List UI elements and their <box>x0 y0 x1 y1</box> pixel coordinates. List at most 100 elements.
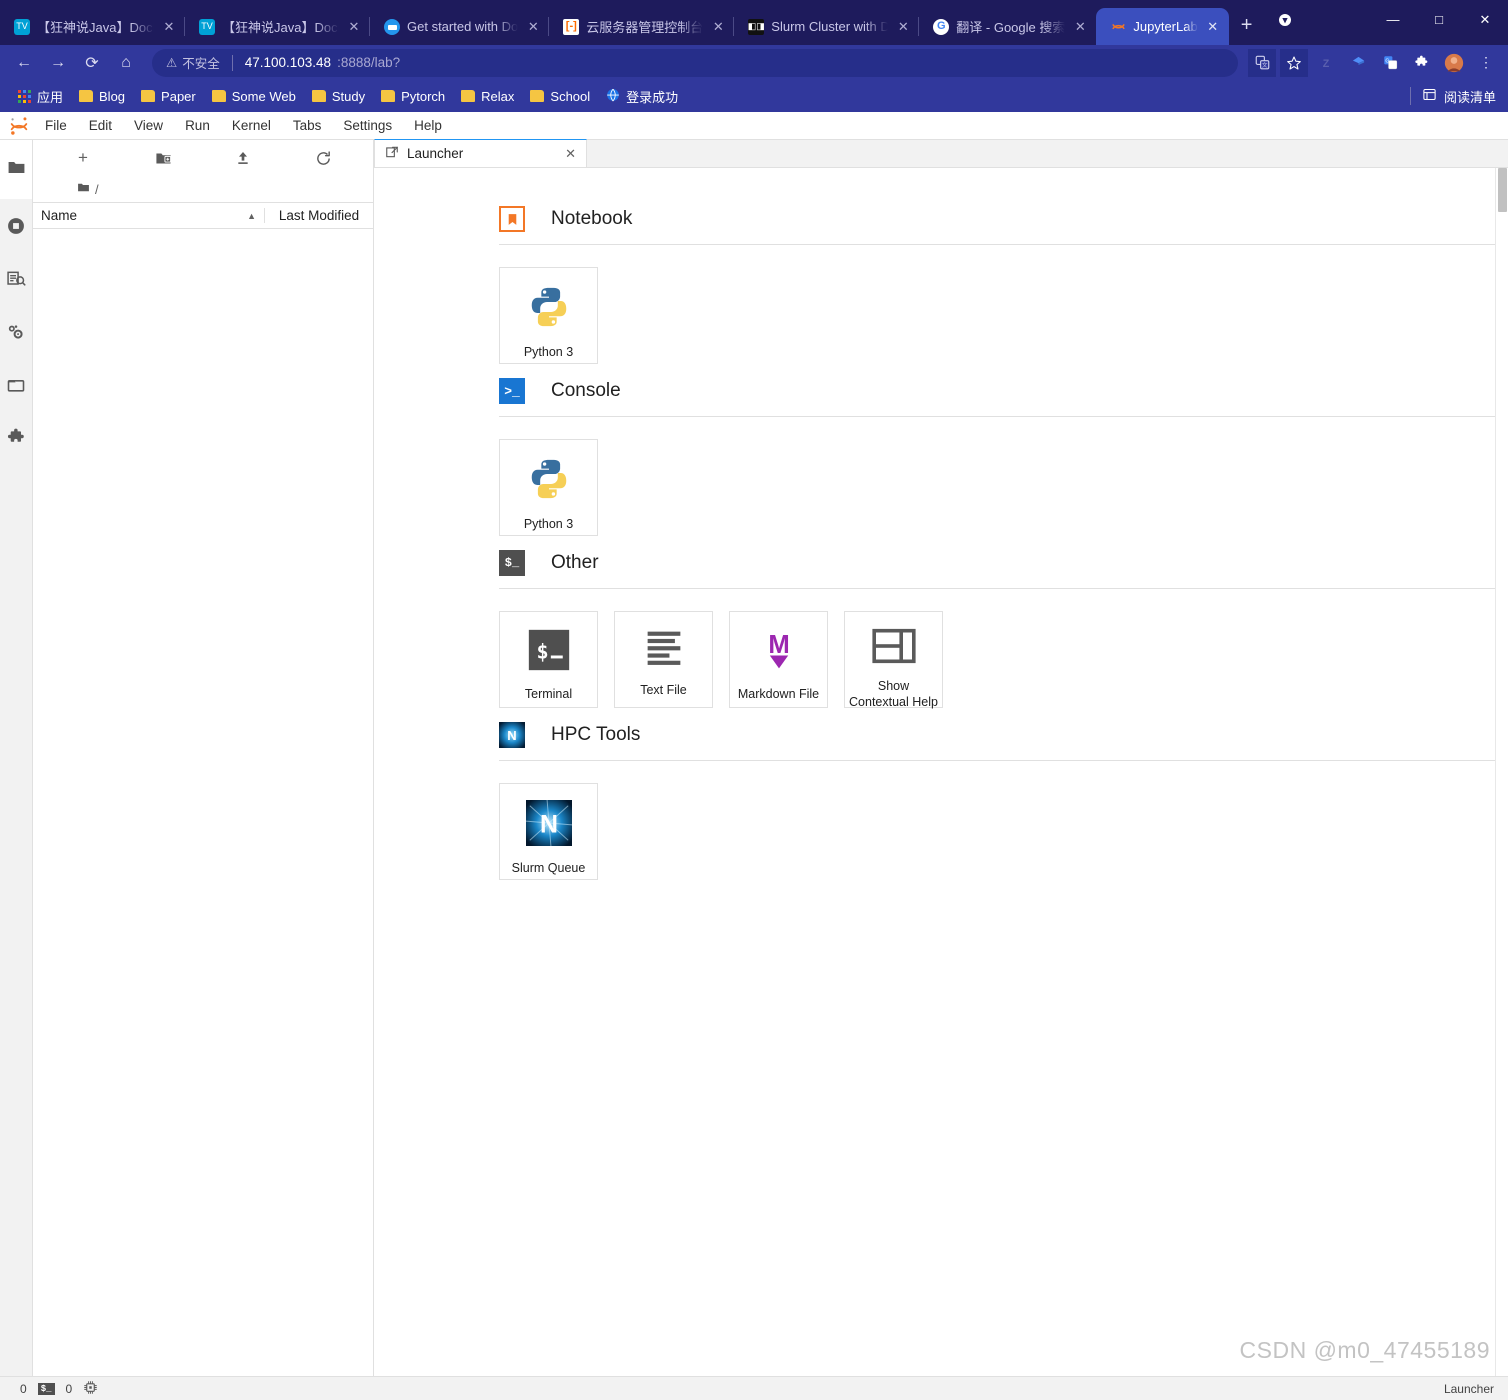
window-close-button[interactable]: ✕ <box>1462 4 1508 36</box>
launcher-card-show-contextual-help[interactable]: Show Contextual Help <box>844 611 943 708</box>
new-folder-button[interactable] <box>123 150 203 167</box>
jupyter-icon <box>1110 19 1126 35</box>
menu-help[interactable]: Help <box>403 114 453 137</box>
svg-text:N: N <box>540 811 558 839</box>
extension-blue-icon[interactable] <box>1344 49 1372 77</box>
puzzle-extensions-icon[interactable] <box>1408 49 1436 77</box>
bookmark-apps[interactable]: 应用 <box>10 84 71 109</box>
bookmark-some-web[interactable]: Some Web <box>204 86 304 107</box>
bookmark-login-success[interactable]: 登录成功 <box>598 84 686 109</box>
browser-tab-close-icon[interactable]: ✕ <box>1205 19 1221 35</box>
avatar-icon[interactable] <box>1440 49 1468 77</box>
browser-tab-close-icon[interactable]: ✕ <box>710 19 726 35</box>
browser-tab-close-icon[interactable]: ✕ <box>346 19 362 35</box>
home-icon[interactable]: ⌂ <box>110 49 142 77</box>
sidebar-item-running-terminals[interactable] <box>0 199 33 252</box>
new-launcher-button[interactable]: + <box>43 148 123 168</box>
folder-icon <box>79 90 93 102</box>
window-minimize-button[interactable]: — <box>1370 4 1416 36</box>
launcher-card-terminal[interactable]: $ Terminal <box>499 611 598 708</box>
refresh-button[interactable] <box>283 150 363 167</box>
tab-launcher[interactable]: Launcher ✕ <box>374 139 587 167</box>
zotero-icon[interactable]: Z <box>1312 49 1340 77</box>
menu-file[interactable]: File <box>34 114 78 137</box>
launcher-card-text-file[interactable]: Text File <box>614 611 713 708</box>
cpu-chip-icon[interactable] <box>83 1380 98 1398</box>
google-translate-icon[interactable]: G <box>1376 49 1404 77</box>
translate-icon[interactable]: 文 <box>1248 49 1276 77</box>
launcher-card-slurm-queue[interactable]: N Slurm Queue <box>499 783 598 880</box>
browser-tab-2[interactable]: Get started with Do ✕ <box>370 8 549 45</box>
card-label: Show Contextual Help <box>845 679 942 710</box>
sidebar-item-property-inspector[interactable] <box>0 305 33 358</box>
sidebar-item-table-of-contents[interactable] <box>0 252 33 305</box>
scrollbar-thumb[interactable] <box>1498 168 1507 212</box>
reload-icon[interactable]: ⟳ <box>76 49 108 77</box>
launcher-panel: Notebook Python <box>374 168 1508 1376</box>
launcher-card-markdown-file[interactable]: M Markdown File <box>729 611 828 708</box>
browser-tab-close-icon[interactable]: ✕ <box>161 19 177 35</box>
folder-icon <box>530 90 544 102</box>
bookmark-star-icon[interactable] <box>1280 49 1308 77</box>
browser-tab-close-icon[interactable]: ✕ <box>525 19 541 35</box>
upload-button[interactable] <box>203 150 283 166</box>
folder-icon <box>381 90 395 102</box>
browser-tab-label: 翻译 - Google 搜索 <box>956 17 1065 36</box>
browser-tab-5[interactable]: G 翻译 - Google 搜索 ✕ <box>919 8 1096 45</box>
menu-run[interactable]: Run <box>174 114 221 137</box>
bookmark-label: 登录成功 <box>626 87 678 106</box>
sidebar-item-open-tabs[interactable] <box>0 358 33 411</box>
browser-tab-close-icon[interactable]: ✕ <box>895 19 911 35</box>
browser-tabstrip: TV 【狂神说Java】Dock ✕ TV 【狂神说Java】Dock ✕ Ge… <box>0 0 1270 45</box>
bookmark-pytorch[interactable]: Pytorch <box>373 86 453 107</box>
breadcrumb[interactable]: / <box>33 176 373 202</box>
markdown-icon: M <box>757 628 801 677</box>
browser-tab-6-jupyterlab[interactable]: JupyterLab ✕ <box>1096 8 1228 45</box>
sidebar-item-file-browser[interactable] <box>0 140 32 199</box>
browser-tab-1[interactable]: TV 【狂神说Java】Dock ✕ <box>185 8 370 45</box>
section-header: N HPC Tools <box>499 722 1508 760</box>
browser-titlebar: TV 【狂神说Java】Dock ✕ TV 【狂神说Java】Dock ✕ Ge… <box>0 0 1508 45</box>
card-label: Python 3 <box>520 517 577 533</box>
file-list[interactable] <box>33 229 373 1376</box>
launcher-card-python3-console[interactable]: Python 3 <box>499 439 598 536</box>
menu-tabs[interactable]: Tabs <box>282 114 333 137</box>
chrome-browser-window: TV 【狂神说Java】Dock ✕ TV 【狂神说Java】Dock ✕ Ge… <box>0 0 1508 1400</box>
column-header-name[interactable]: Name ▲ <box>41 208 265 223</box>
browser-tab-0[interactable]: TV 【狂神说Java】Dock ✕ <box>0 8 185 45</box>
menu-view[interactable]: View <box>123 114 174 137</box>
chrome-menu-icon[interactable]: ⋮ <box>1472 49 1500 77</box>
back-icon[interactable]: ← <box>8 49 40 77</box>
bookmark-school[interactable]: School <box>522 86 598 107</box>
omnibox-divider <box>232 55 233 71</box>
reading-list-button[interactable]: 阅读清单 <box>1410 87 1496 106</box>
menu-kernel[interactable]: Kernel <box>221 114 282 137</box>
sidebar-item-extension-manager[interactable] <box>0 411 33 464</box>
new-tab-button[interactable]: + <box>1229 14 1265 45</box>
browser-tab-close-icon[interactable]: ✕ <box>1072 19 1088 35</box>
column-header-last-modified[interactable]: Last Modified <box>265 208 373 223</box>
main-vertical-scrollbar[interactable] <box>1495 168 1508 1376</box>
bookmark-study[interactable]: Study <box>304 86 373 107</box>
bookmark-label: Relax <box>481 89 514 104</box>
browser-toolbar: ← → ⟳ ⌂ ⚠ 不安全 47.100.103.48:8888/lab? 文 … <box>0 45 1508 80</box>
tab-close-icon[interactable]: ✕ <box>565 146 576 162</box>
browser-tab-3[interactable]: [-] 云服务器管理控制台 ✕ <box>549 8 734 45</box>
bookmark-blog[interactable]: Blog <box>71 86 133 107</box>
security-status[interactable]: ⚠ 不安全 <box>166 53 220 72</box>
forward-icon[interactable]: → <box>42 49 74 77</box>
bookmark-relax[interactable]: Relax <box>453 86 522 107</box>
address-bar[interactable]: ⚠ 不安全 47.100.103.48:8888/lab? <box>152 49 1238 77</box>
menu-settings[interactable]: Settings <box>332 114 403 137</box>
launcher-card-python3-notebook[interactable]: Python 3 <box>499 267 598 364</box>
browser-tab-4[interactable]: ◧◨ Slurm Cluster with D ✕ <box>734 8 919 45</box>
window-maximize-button[interactable]: □ <box>1416 4 1462 36</box>
reading-list-icon <box>1422 87 1437 105</box>
section-cards: Python 3 <box>499 417 1508 544</box>
menu-edit[interactable]: Edit <box>78 114 123 137</box>
left-activity-bar <box>0 140 33 1376</box>
profile-chip-icon[interactable] <box>1270 8 1300 32</box>
terminal-chip-icon[interactable]: $_ <box>38 1383 55 1395</box>
column-label-name: Name <box>41 208 77 223</box>
bookmark-paper[interactable]: Paper <box>133 86 204 107</box>
